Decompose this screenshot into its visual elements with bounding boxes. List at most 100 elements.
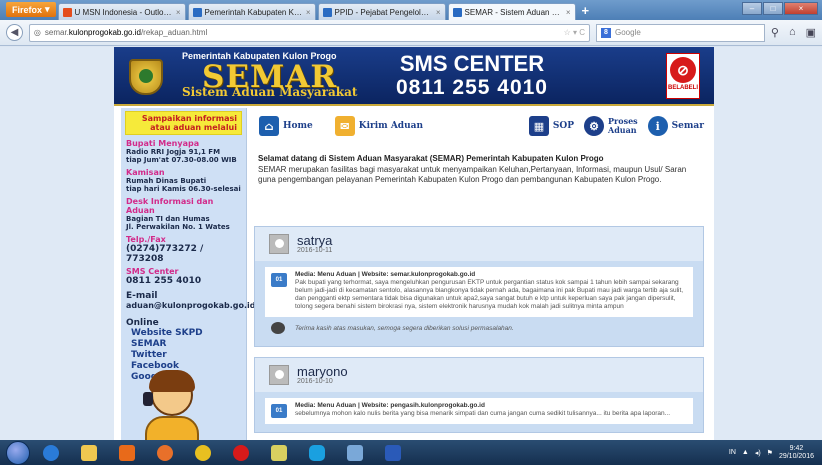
taskbar-chrome[interactable]	[186, 442, 220, 463]
post-author: satrya	[297, 233, 333, 248]
start-button[interactable]	[6, 440, 30, 465]
window-controls: – □ ×	[742, 2, 818, 15]
menu-kirim-aduan[interactable]: ✉ Kirim Aduan	[334, 116, 424, 136]
email-value[interactable]: aduan@kulonprogokab.go.id	[121, 301, 255, 311]
skype-icon	[309, 444, 325, 461]
taskbar-ie[interactable]	[34, 442, 68, 463]
sidebar-heading: Kamisan	[126, 168, 165, 177]
taskbar-app[interactable]	[262, 442, 296, 463]
call-center-operator-illustration	[141, 368, 203, 440]
bookmarks-icon[interactable]: ▣	[806, 26, 816, 39]
sms-label: SMS Center	[126, 267, 179, 276]
close-window-button[interactable]: ×	[784, 2, 818, 15]
bookmark-star-icon[interactable]: ☆ ▾ C	[564, 28, 585, 37]
home-icon[interactable]: ⌂	[789, 26, 796, 39]
windows-taskbar: IN ▲ ◂) ⚑ 9:42 29/10/2016	[0, 440, 822, 465]
tab-label: SEMAR - Sistem Aduan Masyarakat K...	[464, 7, 563, 17]
post-body: 01 Media: Menu Aduan | Website: pengasih…	[265, 398, 693, 424]
search-box[interactable]: 8 Google	[596, 23, 765, 42]
menu-kirim-label: Kirim Aduan	[358, 121, 424, 131]
link-semar[interactable]: SEMAR	[121, 339, 246, 350]
belabeli-icon: ⊘	[670, 57, 696, 83]
close-tab-icon[interactable]: ×	[436, 8, 441, 17]
reply-text: Terima kasih atas masukan, semoga segera…	[295, 325, 514, 332]
media-player-icon	[119, 444, 135, 461]
link-website-skpd[interactable]: Website SKPD	[121, 328, 246, 339]
language-indicator[interactable]: IN	[729, 449, 736, 456]
sms-center-number: 0811 255 4010	[396, 76, 548, 99]
new-tab-button[interactable]: +	[582, 3, 590, 18]
post-header: maryono 2016-10-10	[255, 358, 703, 392]
welcome-section: Selamat datang di Sistem Aduan Masyaraka…	[258, 154, 698, 185]
belabeli-text: BELABELI	[668, 85, 698, 91]
taskbar-explorer[interactable]	[72, 442, 106, 463]
semar-site: Pemerintah Kabupaten Kulon Progo SEMAR S…	[114, 47, 714, 440]
tab-label: PPID - Pejabat Pengelola Informasi d...	[334, 7, 433, 17]
site-menu: ⌂ Home ✉ Kirim Aduan ▦ SOP ⚙ Proses Aduan i Se…	[249, 108, 714, 144]
opera-icon	[233, 444, 249, 461]
menu-proses-aduan[interactable]: ⚙ Proses Aduan	[584, 116, 638, 136]
tray-arrow-icon[interactable]: ▲	[742, 449, 749, 456]
clock-time: 9:42	[789, 444, 804, 452]
url-bar[interactable]: ◎ semar.kulonprogokab.go.id/rekap_aduan.…	[28, 23, 590, 42]
browser-tab-bar: Firefox▾ U MSN Indonesia - Outlook, Skyp…	[0, 0, 822, 20]
sidebar-heading: Bupati Menyapa	[126, 139, 200, 148]
post-header: satrya 2016-10-11	[255, 227, 703, 261]
telp-label: Telp./Fax	[126, 235, 166, 244]
minimize-button[interactable]: –	[742, 2, 762, 15]
clock[interactable]: 9:42 29/10/2016	[779, 445, 814, 461]
link-twitter[interactable]: Twitter	[121, 350, 246, 361]
menu-semar[interactable]: i Semar	[647, 116, 704, 136]
email-label: E-mail	[126, 291, 158, 301]
menu-home-label: Home	[283, 121, 313, 131]
maximize-button[interactable]: □	[763, 2, 783, 15]
firefox-menu-label: Firefox	[12, 4, 43, 15]
home-icon: ⌂	[259, 116, 279, 136]
menu-sop[interactable]: ▦ SOP	[528, 116, 574, 136]
taskbar-skype[interactable]	[300, 442, 334, 463]
url-text: semar.kulonprogokab.go.id/rekap_aduan.ht…	[44, 28, 208, 37]
firefox-menu-button[interactable]: Firefox ▾	[6, 2, 56, 17]
volume-icon[interactable]: ◂)	[755, 449, 761, 457]
tab-msn[interactable]: U MSN Indonesia - Outlook, Skype, H...×	[57, 3, 186, 20]
menu-sop-label: SOP	[552, 121, 574, 131]
close-tab-icon[interactable]: ×	[306, 8, 311, 17]
site-banner: Pemerintah Kabupaten Kulon Progo SEMAR S…	[114, 47, 714, 106]
tab-semar[interactable]: SEMAR - Sistem Aduan Masyarakat K...×	[447, 3, 576, 20]
search-input[interactable]: Google	[615, 28, 641, 37]
tab-pemkab[interactable]: Pemerintah Kabupaten Kulon Progo×	[187, 3, 316, 20]
semar-favicon-icon	[452, 7, 462, 17]
flag-icon[interactable]: ⚑	[767, 449, 773, 457]
sidebar-text: tiap Jum'at 07.30-08.00 WIB	[126, 156, 237, 164]
firefox-icon	[157, 444, 173, 461]
taskbar-image-viewer[interactable]	[338, 442, 372, 463]
sms-value: 0811 255 4010	[126, 276, 202, 286]
info-icon: i	[647, 116, 668, 136]
taskbar-opera[interactable]	[224, 442, 258, 463]
post-text: sebelumnya mohon kalo nulis berita yang …	[295, 410, 671, 417]
main-content: ⌂ Home ✉ Kirim Aduan ▦ SOP ⚙ Proses Aduan i Se…	[249, 108, 714, 440]
word-icon	[385, 444, 401, 461]
taskbar-word[interactable]	[376, 442, 410, 463]
calculator-icon: ▦	[528, 116, 549, 136]
post-body: 01 Media: Menu Aduan | Website: semar.ku…	[265, 267, 693, 317]
menu-proses-label: Aduan	[608, 125, 637, 135]
info-box: Sampaikan informasi atau aduan melalui	[125, 111, 242, 135]
back-button[interactable]: ◀	[6, 24, 23, 41]
toolbar-icons: ⚲ ⌂ ▣	[771, 26, 816, 39]
chrome-icon	[195, 444, 211, 461]
close-tab-icon[interactable]: ×	[566, 8, 571, 17]
sidebar-text: Rumah Dinas Bupati	[126, 177, 207, 185]
google-icon: 8	[601, 27, 611, 38]
chevron-down-icon: ▾	[45, 4, 50, 14]
search-icon[interactable]: ⚲	[771, 26, 779, 39]
close-tab-icon[interactable]: ×	[176, 8, 181, 17]
menu-home[interactable]: ⌂ Home	[259, 116, 313, 136]
tab-ppid[interactable]: PPID - Pejabat Pengelola Informasi d...×	[317, 3, 446, 20]
sidebar-text: Radio RRI Jogja 91,1 FM	[126, 148, 221, 156]
sidebar-text: Jl. Perwakilan No. 1 Wates	[126, 223, 230, 231]
complaint-post: maryono 2016-10-10 01 Media: Menu Aduan |…	[254, 357, 704, 433]
taskbar-firefox[interactable]	[148, 442, 182, 463]
taskbar-media[interactable]	[110, 442, 144, 463]
post-text: Pak bupati yang terhormat, saya mengeluh…	[295, 279, 684, 310]
